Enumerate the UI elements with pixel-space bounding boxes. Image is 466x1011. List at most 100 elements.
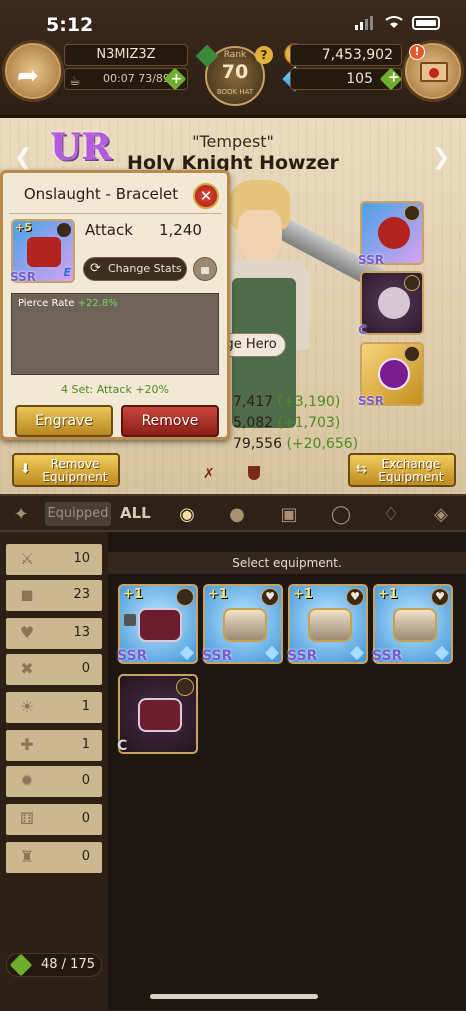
compass-icon[interactable]: ✦ bbox=[10, 505, 32, 525]
enhance-level: +1 bbox=[208, 587, 228, 602]
stat-filter-crit[interactable]: ✹ 0 bbox=[6, 766, 102, 797]
gauntlet-icon bbox=[223, 608, 267, 642]
ring-category-icon[interactable]: ◯ bbox=[330, 505, 352, 525]
home-indicator[interactable] bbox=[150, 994, 318, 999]
stamina-bar[interactable]: ☕ 00:07 73/89 bbox=[64, 67, 188, 91]
resistance-icon: ☀ bbox=[19, 697, 35, 716]
stat-filter-count: 10 bbox=[73, 551, 90, 566]
stat-filter-count: 23 bbox=[73, 587, 90, 602]
stat-bonus: (+1,703) bbox=[277, 415, 341, 431]
inventory-item[interactable]: +1 ♥ SSR bbox=[372, 584, 453, 664]
inventory-item[interactable]: +1 SSR bbox=[117, 584, 198, 664]
shield-icon bbox=[404, 346, 420, 362]
stat-bonus: (+20,656) bbox=[286, 436, 359, 452]
rune-category-icon[interactable]: ◈ bbox=[430, 505, 452, 525]
rank-badge[interactable]: Rank 70 BOOK HAT ? bbox=[195, 40, 275, 110]
stat-value: 5,082 bbox=[233, 415, 274, 431]
equipped-toggle[interactable]: Equipped bbox=[45, 502, 111, 526]
back-button[interactable]: ➦ bbox=[2, 40, 64, 102]
enhance-level: +1 bbox=[293, 587, 313, 602]
shield-icon bbox=[404, 275, 420, 291]
stamina-text: 00:07 73/89 bbox=[103, 72, 170, 85]
bracelet-red-icon bbox=[27, 237, 61, 267]
stat-filter-dice[interactable]: ⚅ 0 bbox=[6, 804, 102, 835]
necklace-category-icon[interactable]: ● bbox=[226, 505, 248, 525]
stat-filter-resistance[interactable]: ☀ 1 bbox=[6, 692, 102, 723]
stat-filter-crown[interactable]: ♜ 0 bbox=[6, 842, 102, 873]
crystal-icon bbox=[349, 645, 365, 661]
sword-icon bbox=[57, 223, 71, 237]
stat-filter-hp[interactable]: ♥ 13 bbox=[6, 618, 102, 649]
hero-face bbox=[238, 210, 282, 262]
stat-filter-sidebar: ⚔ 10 ◼ 23 ♥ 13 ✖ 0 ☀ 1 ✚ 1 ✹ 0 ⚅ 0 ♜ 0 bbox=[0, 532, 108, 1010]
refresh-icon: ⟳ bbox=[90, 261, 101, 276]
stat-filter-attack[interactable]: ⚔ 10 bbox=[6, 544, 102, 575]
inventory-item[interactable]: +1 ♥ SSR bbox=[202, 584, 283, 664]
back-arrow-icon: ➦ bbox=[17, 61, 39, 91]
selected-equipment-slot: +5 SSR E bbox=[10, 219, 75, 284]
equipment-detail-popup: Onslaught - Bracelet ✕ +5 SSR E Attack 1… bbox=[0, 170, 230, 440]
earring-category-icon[interactable]: ♢ bbox=[380, 505, 402, 525]
bracelet-category-icon[interactable]: ◉ bbox=[176, 505, 198, 525]
rank-value: 70 bbox=[221, 61, 249, 83]
heart-icon: ♥ bbox=[431, 588, 449, 606]
gauntlet-icon bbox=[308, 608, 352, 642]
inventory-expand-icon[interactable] bbox=[9, 953, 33, 977]
exchange-equipment-label: Exchange Equipment bbox=[378, 457, 444, 484]
equipment-slot-bracelet[interactable]: SSR bbox=[358, 201, 424, 267]
stat-hp: 79,556 (+20,656) bbox=[233, 434, 358, 455]
rarity-label: SSR bbox=[202, 648, 233, 664]
close-icon[interactable]: ✕ bbox=[193, 183, 219, 209]
filter-all-tab[interactable]: ALL bbox=[120, 504, 151, 522]
exchange-equipment-button[interactable]: ⇆ Exchange Equipment bbox=[348, 453, 456, 487]
equipment-slot-crest[interactable]: C bbox=[358, 271, 424, 337]
stat-filter-count: 1 bbox=[81, 699, 90, 714]
rarity-label: SSR bbox=[358, 253, 384, 267]
stat-filter-regen[interactable]: ✚ 1 bbox=[6, 730, 102, 761]
remove-button[interactable]: Remove bbox=[121, 405, 219, 437]
help-icon[interactable]: ? bbox=[255, 46, 273, 64]
status-bar: 5:12 bbox=[0, 0, 466, 40]
rarity-label: SSR bbox=[358, 394, 384, 408]
bracelet-red-icon bbox=[378, 217, 410, 249]
gold-amount: 7,453,902 bbox=[290, 44, 402, 66]
shield-icon bbox=[176, 678, 194, 696]
shield-filter-icon[interactable] bbox=[248, 466, 260, 480]
inventory-item[interactable]: +1 ♥ SSR bbox=[287, 584, 368, 664]
sword-filter-icon[interactable]: ✗ bbox=[203, 466, 219, 482]
stat-attack: 7,417 (+3,190) bbox=[233, 392, 358, 413]
bracer-icon bbox=[138, 608, 182, 642]
crown-icon: ♜ bbox=[19, 847, 35, 866]
enhance-level: +5 bbox=[15, 221, 32, 234]
inventory-item[interactable]: C bbox=[117, 674, 198, 754]
lock-icon[interactable] bbox=[193, 257, 217, 281]
stat-filter-count: 13 bbox=[73, 625, 90, 640]
rarity-label: SSR bbox=[372, 648, 403, 664]
remove-equipment-button[interactable]: ⬇ Remove Equipment bbox=[12, 453, 120, 487]
shield-icon bbox=[176, 588, 194, 606]
stat-value: 7,417 bbox=[233, 394, 274, 410]
top-header: 5:12 ➦ N3MIZ3Z ☕ 00:07 73/89 Rank 70 BOO… bbox=[0, 0, 466, 118]
equipment-slot-bowtie[interactable]: SSR bbox=[358, 342, 424, 408]
crest-dark-icon bbox=[378, 287, 410, 319]
lock-icon bbox=[124, 614, 136, 626]
grade-label: E bbox=[63, 266, 71, 279]
stat-filter-count: 0 bbox=[81, 811, 90, 826]
heart-icon: ♥ bbox=[346, 588, 364, 606]
crystal-icon bbox=[264, 645, 280, 661]
change-stats-button[interactable]: ⟳ Change Stats bbox=[83, 257, 187, 281]
pierce-icon: ✖ bbox=[20, 659, 34, 678]
cross-icon: ✚ bbox=[20, 735, 34, 754]
inventory-count-text: 48 / 175 bbox=[41, 957, 95, 972]
heart-icon: ♥ bbox=[19, 623, 35, 642]
engrave-button[interactable]: Engrave bbox=[15, 405, 113, 437]
exchange-icon: ⇆ bbox=[356, 462, 367, 477]
battery-icon bbox=[412, 16, 440, 30]
change-stats-label: Change Stats bbox=[108, 262, 182, 275]
stat-filter-defense[interactable]: ◼ 23 bbox=[6, 580, 102, 611]
clock: 5:12 bbox=[46, 14, 94, 36]
belt-category-icon[interactable]: ▣ bbox=[278, 505, 300, 525]
hero-stats: 7,417 (+3,190) 5,082 (+1,703) 79,556 (+2… bbox=[233, 392, 358, 455]
stat-filter-pierce[interactable]: ✖ 0 bbox=[6, 654, 102, 685]
stat-filter-count: 1 bbox=[81, 737, 90, 752]
